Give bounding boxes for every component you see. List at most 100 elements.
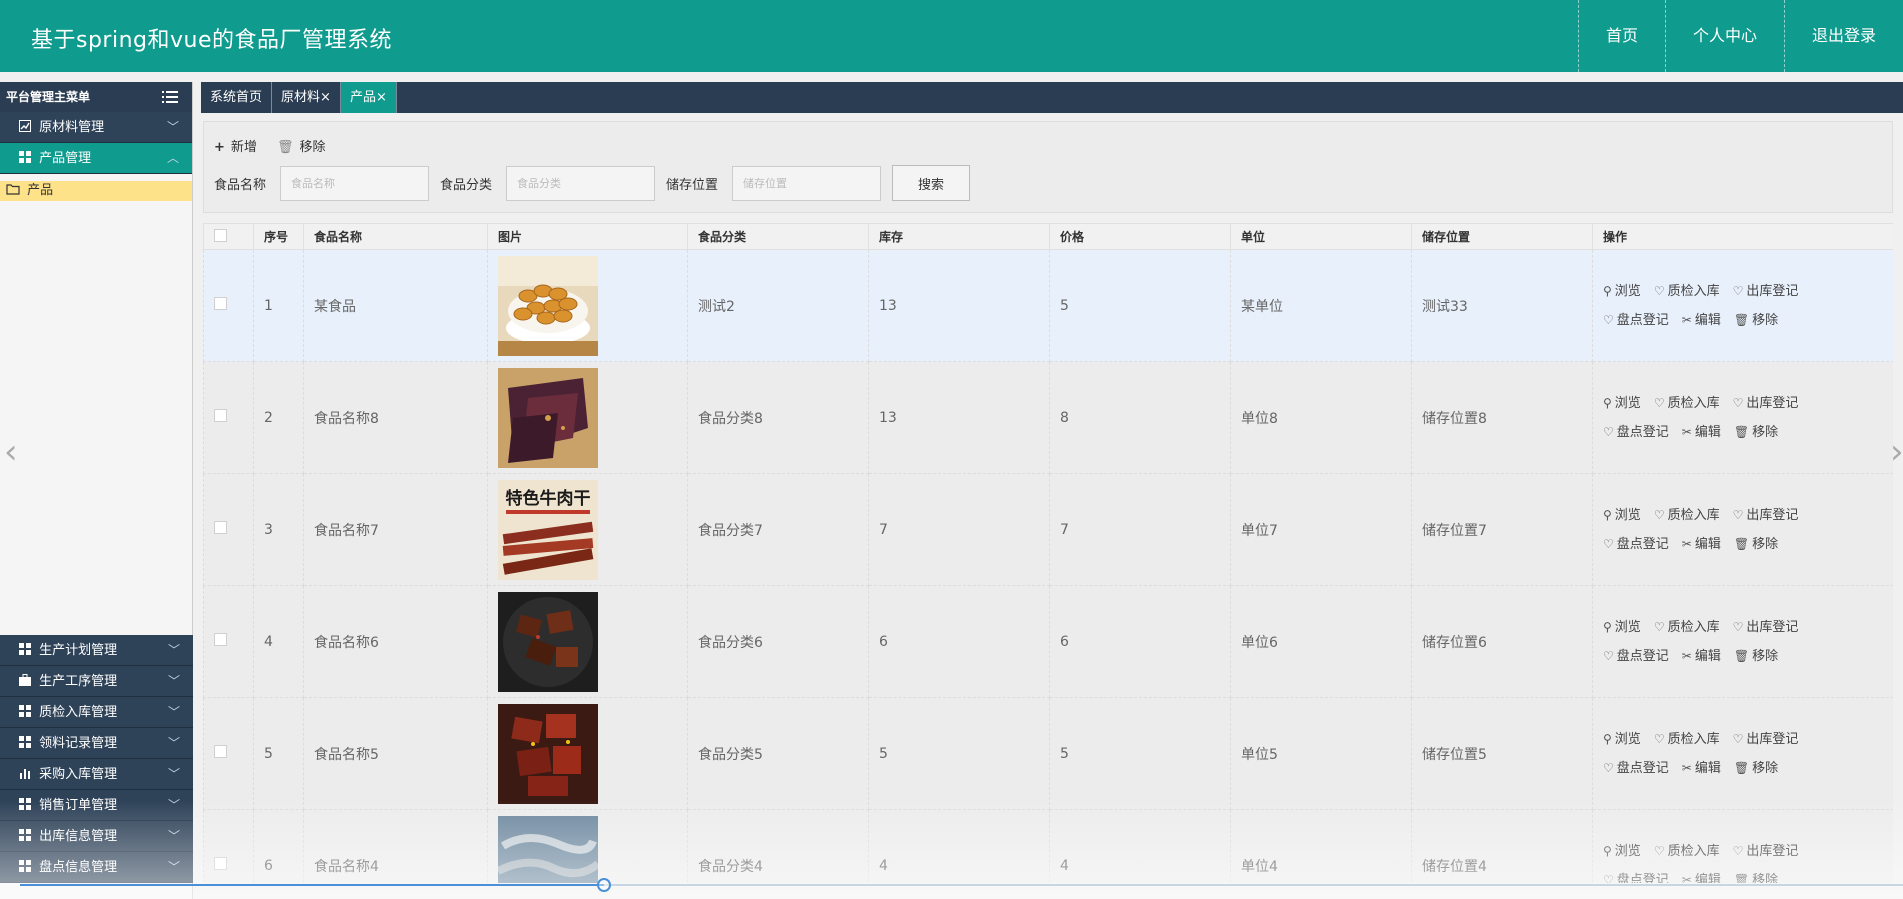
nav-profile[interactable]: 个人中心 bbox=[1664, 0, 1784, 72]
outbound-register-button[interactable]: ♡ 出库登记 bbox=[1733, 277, 1799, 306]
food-name-input[interactable] bbox=[280, 166, 429, 201]
outbound-register-button[interactable]: ♡ 出库登记 bbox=[1733, 837, 1799, 866]
row-actions: ⚲ 浏览 ♡ 质检入库 ♡ 出库登记 ♡ 盘点登记 ✂ 编辑 🗑 移除 bbox=[1603, 389, 1892, 447]
table-row[interactable]: 2 食品名称8 食品分类8 13 8 单位8 储存位置8 ⚲ 浏览 ♡ 质检入库 ♡ 出库登记 ♡ 盘点登记… bbox=[203, 361, 1893, 474]
table-header-row: 序号 食品名称 图片 食品分类 库存 价格 单位 储存位置 操作 bbox=[203, 223, 1893, 250]
storage-location-input[interactable] bbox=[732, 166, 881, 201]
cell-unit: 单位8 bbox=[1230, 361, 1412, 474]
edit-button[interactable]: ✂ 编辑 bbox=[1682, 306, 1721, 335]
sidebar-item-production-plan[interactable]: 生产计划管理 ﹀ bbox=[0, 635, 193, 666]
inventory-register-button[interactable]: ♡ 盘点登记 bbox=[1603, 754, 1669, 783]
nav-home[interactable]: 首页 bbox=[1577, 0, 1665, 72]
sidebar-item-raw-materials[interactable]: 原材料管理 ﹀ bbox=[0, 112, 192, 143]
col-header: 单位 bbox=[1230, 223, 1412, 250]
remove-row-button[interactable]: 🗑 移除 bbox=[1734, 530, 1778, 559]
tab-home[interactable]: 系统首页 bbox=[201, 82, 273, 113]
view-button[interactable]: ⚲ 浏览 bbox=[1603, 501, 1641, 530]
close-icon[interactable]: × bbox=[320, 90, 331, 105]
view-button[interactable]: ⚲ 浏览 bbox=[1603, 837, 1641, 866]
tab-raw-materials[interactable]: 原材料× bbox=[272, 82, 341, 113]
remove-row-button[interactable]: 🗑 移除 bbox=[1734, 754, 1778, 783]
outbound-register-button[interactable]: ♡ 出库登记 bbox=[1733, 613, 1799, 642]
action-label: 质检入库 bbox=[1667, 395, 1720, 411]
qc-inbound-button[interactable]: ♡ 质检入库 bbox=[1654, 501, 1720, 530]
heart-icon: ♡ bbox=[1653, 731, 1665, 746]
row-actions: ⚲ 浏览 ♡ 质检入库 ♡ 出库登记 ♡ 盘点登记 ✂ 编辑 🗑 移除 bbox=[1603, 277, 1892, 335]
edit-button[interactable]: ✂ 编辑 bbox=[1682, 642, 1721, 671]
sidebar-item-production-process[interactable]: 生产工序管理 ﹀ bbox=[0, 666, 193, 697]
edit-button[interactable]: ✂ 编辑 bbox=[1682, 530, 1721, 559]
chevron-down-icon: ﹀ bbox=[167, 860, 180, 874]
edit-button[interactable]: ✂ 编辑 bbox=[1682, 866, 1721, 884]
search-button[interactable]: 搜索 bbox=[892, 165, 970, 201]
row-actions: ⚲ 浏览 ♡ 质检入库 ♡ 出库登记 ♡ 盘点登记 ✂ 编辑 🗑 移除 bbox=[1603, 837, 1892, 884]
table-row[interactable]: 6 食品名称4 食品分类4 4 4 单位4 储存位置4 ⚲ 浏览 ♡ 质检入库 ♡ 出库登记 ♡ 盘点登记 ✂… bbox=[203, 809, 1893, 884]
remove-row-button[interactable]: 🗑 移除 bbox=[1734, 306, 1778, 335]
progress-bar[interactable] bbox=[20, 878, 1903, 892]
inventory-register-button[interactable]: ♡ 盘点登记 bbox=[1603, 530, 1669, 559]
view-button[interactable]: ⚲ 浏览 bbox=[1603, 389, 1641, 418]
remove-button[interactable]: 🗑 移除 bbox=[277, 136, 326, 155]
sidebar-subitem-product[interactable]: 产品 bbox=[0, 181, 192, 201]
remove-row-button[interactable]: 🗑 移除 bbox=[1734, 866, 1778, 884]
sidebar-title: 平台管理主菜单 bbox=[6, 90, 91, 104]
food-name-label: 食品名称 bbox=[214, 178, 267, 193]
row-checkbox[interactable] bbox=[214, 857, 227, 870]
outbound-register-button[interactable]: ♡ 出库登记 bbox=[1733, 725, 1799, 754]
progress-knob[interactable] bbox=[596, 878, 611, 892]
row-checkbox[interactable] bbox=[214, 521, 227, 534]
row-checkbox[interactable] bbox=[214, 745, 227, 758]
table-row[interactable]: 1 某食品 测试2 13 5 某单位 测试33 ⚲ 浏览 ♡ 质检入库 ♡ 出库登记 ♡ 盘点登记 ✂ 编辑 🗑 移… bbox=[203, 249, 1893, 362]
prev-arrow-icon[interactable]: ‹ bbox=[4, 432, 18, 472]
view-button[interactable]: ⚲ 浏览 bbox=[1603, 613, 1641, 642]
edit-button[interactable]: ✂ 编辑 bbox=[1682, 418, 1721, 447]
row-checkbox[interactable] bbox=[214, 297, 227, 310]
qc-inbound-button[interactable]: ♡ 质检入库 bbox=[1654, 389, 1720, 418]
sidebar-item-outbound-info[interactable]: 出库信息管理 ﹀ bbox=[0, 821, 193, 852]
add-button[interactable]: + 新增 bbox=[214, 136, 257, 155]
remove-row-button[interactable]: 🗑 移除 bbox=[1734, 418, 1778, 447]
qc-inbound-button[interactable]: ♡ 质检入库 bbox=[1654, 613, 1720, 642]
chevron-down-icon: ﹀ bbox=[166, 120, 179, 134]
row-select-cell bbox=[203, 697, 254, 810]
sidebar-item-qc-inbound[interactable]: 质检入库管理 ﹀ bbox=[0, 697, 193, 728]
inventory-register-button[interactable]: ♡ 盘点登记 bbox=[1603, 306, 1669, 335]
outbound-register-button[interactable]: ♡ 出库登记 bbox=[1733, 501, 1799, 530]
view-button[interactable]: ⚲ 浏览 bbox=[1603, 277, 1641, 306]
edit-button[interactable]: ✂ 编辑 bbox=[1682, 754, 1721, 783]
sidebar-item-purchase-inbound[interactable]: 采购入库管理 ﹀ bbox=[0, 759, 193, 790]
inventory-register-button[interactable]: ♡ 盘点登记 bbox=[1603, 642, 1669, 671]
nav-logout[interactable]: 退出登录 bbox=[1783, 0, 1903, 72]
sidebar-item-inventory-check[interactable]: 盘点信息管理 ﹀ bbox=[0, 852, 193, 883]
row-select-cell bbox=[203, 809, 254, 883]
sidebar-item-products[interactable]: 产品管理 ︿ bbox=[0, 143, 192, 174]
outbound-register-button[interactable]: ♡ 出库登记 bbox=[1733, 389, 1799, 418]
food-category-input[interactable] bbox=[506, 166, 655, 201]
row-checkbox[interactable] bbox=[214, 633, 227, 646]
menu-toggle-icon[interactable] bbox=[162, 90, 178, 104]
table-row[interactable]: 3 食品名称7 特色牛肉干 食品分类7 7 7 单位7 储存位置7 ⚲ 浏览 ♡ 质检入库 ♡ 出库登记 ♡… bbox=[203, 473, 1893, 586]
action-label: 质检入库 bbox=[1667, 731, 1720, 747]
inventory-register-button[interactable]: ♡ 盘点登记 bbox=[1603, 866, 1669, 884]
view-button[interactable]: ⚲ 浏览 bbox=[1603, 725, 1641, 754]
select-all-checkbox[interactable] bbox=[214, 228, 227, 242]
cell-no: 4 bbox=[253, 585, 304, 698]
qc-inbound-button[interactable]: ♡ 质检入库 bbox=[1654, 837, 1720, 866]
close-icon[interactable]: × bbox=[376, 90, 387, 105]
table-row[interactable]: 4 食品名称6 食品分类6 6 6 单位6 储存位置6 ⚲ 浏览 ♡ 质检入库 ♡ 出库登记 ♡ 盘点登记 ✂… bbox=[203, 585, 1893, 698]
cell-actions: ⚲ 浏览 ♡ 质检入库 ♡ 出库登记 ♡ 盘点登记 ✂ 编辑 🗑 移除 bbox=[1592, 249, 1893, 362]
row-checkbox[interactable] bbox=[214, 409, 227, 422]
sidebar-item-label: 生产工序管理 bbox=[39, 674, 118, 689]
qc-inbound-button[interactable]: ♡ 质检入库 bbox=[1654, 277, 1720, 306]
sidebar-item-sales-orders[interactable]: 销售订单管理 ﹀ bbox=[0, 790, 193, 821]
remove-row-button[interactable]: 🗑 移除 bbox=[1734, 642, 1778, 671]
qc-inbound-button[interactable]: ♡ 质检入库 bbox=[1654, 725, 1720, 754]
next-arrow-icon[interactable]: › bbox=[1890, 432, 1903, 472]
table-row[interactable]: 5 食品名称5 食品分类5 5 5 单位5 储存位置5 ⚲ 浏览 ♡ 质检入库 ♡ 出库登记 ♡ 盘点登记 ✂… bbox=[203, 697, 1893, 810]
tab-label: 原材料 bbox=[281, 90, 321, 105]
sidebar-header: 平台管理主菜单 bbox=[0, 82, 192, 112]
tab-products[interactable]: 产品× bbox=[340, 82, 397, 113]
sidebar-bottom-menu: 生产计划管理 ﹀ 生产工序管理 ﹀ 质检入库管理 ﹀ 领料记录管理 ﹀ 采购入库… bbox=[0, 635, 193, 883]
sidebar-item-material-requisition[interactable]: 领料记录管理 ﹀ bbox=[0, 728, 193, 759]
inventory-register-button[interactable]: ♡ 盘点登记 bbox=[1603, 418, 1669, 447]
